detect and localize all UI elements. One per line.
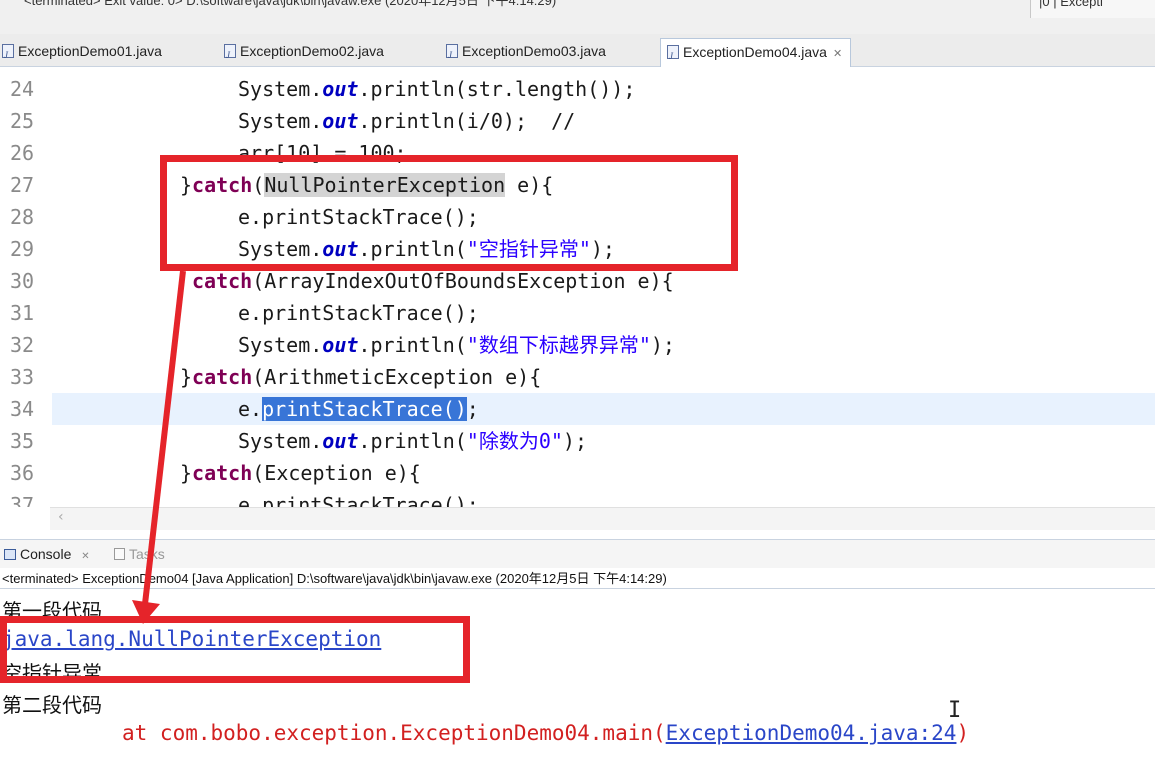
- line-number: 28: [10, 205, 35, 229]
- bottom-panel-tab-bar: Console ✕ Tasks: [0, 539, 1155, 568]
- code-line-36: 36 }catch(Exception e){: [0, 457, 1155, 489]
- code-text: e.printStackTrace();: [238, 397, 479, 421]
- java-file-icon: [667, 43, 679, 70]
- right-panel-fragment[interactable]: |0 | Excepti: [1030, 0, 1155, 18]
- line-number: 25: [10, 109, 35, 133]
- code-text: System.out.println("数组下标越界异常");: [238, 333, 675, 357]
- tab-exceptiondemo02[interactable]: ExceptionDemo02.java: [224, 38, 384, 69]
- code-line-24: 24 System.out.println(str.length());: [0, 73, 1155, 105]
- text-cursor-icon: I: [948, 698, 962, 723]
- previous-terminated-text: <terminated> Exit value: 0> D:\software\…: [24, 0, 557, 8]
- java-file-icon: [224, 42, 236, 69]
- code-line-32: 32 System.out.println("数组下标越界异常");: [0, 329, 1155, 361]
- line-number: 27: [10, 173, 35, 197]
- line-number: 34: [10, 397, 35, 421]
- console-icon: [4, 549, 16, 560]
- java-file-icon: [2, 42, 14, 69]
- line-number: 30: [10, 269, 35, 293]
- code-editor[interactable]: 24 System.out.println(str.length()); 25 …: [0, 67, 1155, 507]
- tab-exceptiondemo04[interactable]: ExceptionDemo04.java ✕: [660, 38, 852, 70]
- code-text: }catch(ArithmeticException e){: [180, 365, 542, 389]
- console-status-line: <terminated> ExceptionDemo04 [Java Appli…: [2, 571, 667, 586]
- code-text: e.printStackTrace();: [238, 301, 479, 325]
- tab-tasks[interactable]: Tasks: [114, 540, 165, 568]
- previous-console-status-strip: <terminated> Exit value: 0> D:\software\…: [0, 0, 1155, 34]
- line-number: 35: [10, 429, 35, 453]
- editor-tab-bar: ExceptionDemo01.java ExceptionDemo02.jav…: [0, 34, 1155, 70]
- tab-console[interactable]: Console ✕: [4, 540, 90, 571]
- tab-exceptiondemo01[interactable]: ExceptionDemo01.java: [2, 38, 162, 69]
- code-text: System.out.println(str.length());: [238, 77, 636, 101]
- tasks-icon: [114, 548, 125, 560]
- annotation-box-console-output: [0, 616, 470, 683]
- line-number: 26: [10, 141, 35, 165]
- close-tab-icon[interactable]: ✕: [833, 48, 842, 60]
- tab-exceptiondemo03[interactable]: ExceptionDemo03.java: [446, 38, 606, 69]
- tab-label: Tasks: [129, 546, 165, 562]
- line-number: 29: [10, 237, 35, 261]
- code-text: }catch(Exception e){: [180, 461, 421, 485]
- code-line-31: 31 e.printStackTrace();: [0, 297, 1155, 329]
- line-number: 37: [10, 493, 35, 507]
- code-text: e.printStackTrace();: [238, 493, 479, 507]
- line-number: 32: [10, 333, 35, 357]
- close-console-icon[interactable]: ✕: [81, 551, 89, 562]
- line-number: 24: [10, 77, 35, 101]
- code-line-33: 33 }catch(ArithmeticException e){: [0, 361, 1155, 393]
- tab-label: ExceptionDemo01.java: [18, 43, 162, 59]
- tab-label: ExceptionDemo03.java: [462, 43, 606, 59]
- tab-label: ExceptionDemo02.java: [240, 43, 384, 59]
- code-line-25: 25 System.out.println(i/0); //: [0, 105, 1155, 137]
- right-panel-fragment-text: |0 | Excepti: [1039, 0, 1103, 9]
- editor-horizontal-scrollbar[interactable]: ‹: [50, 507, 1155, 530]
- line-number: 31: [10, 301, 35, 325]
- tab-label: Console: [20, 546, 72, 562]
- annotation-box-catch-block: [160, 155, 738, 271]
- code-text: System.out.println(i/0); //: [238, 109, 576, 133]
- tab-label: ExceptionDemo04.java: [683, 44, 827, 60]
- stack-trace-line: at com.bobo.exception.ExceptionDemo04.ma…: [122, 721, 970, 745]
- line-number: 36: [10, 461, 35, 485]
- code-text: System.out.println("除数为0");: [238, 429, 588, 453]
- stack-trace-source-link[interactable]: ExceptionDemo04.java:24: [666, 721, 957, 745]
- code-line-34: 34 e.printStackTrace();: [0, 393, 1155, 425]
- scroll-left-icon[interactable]: ‹: [58, 509, 64, 525]
- java-file-icon: [446, 42, 458, 69]
- code-line-37: 37 e.printStackTrace();: [0, 489, 1155, 507]
- selected-text: printStackTrace(): [262, 397, 467, 421]
- code-line-35: 35 System.out.println("除数为0");: [0, 425, 1155, 457]
- line-number: 33: [10, 365, 35, 389]
- console-line: 第二段代码: [2, 693, 102, 717]
